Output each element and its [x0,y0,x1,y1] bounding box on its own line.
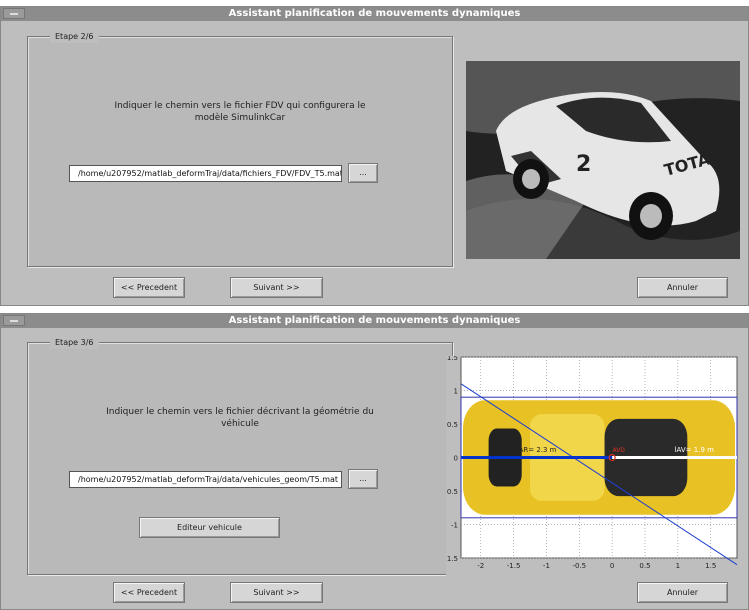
rally-car-photo: TOTAL 2 [466,61,740,259]
prompt-text: Indiquer le chemin vers le fichier décri… [28,406,452,430]
step-label: Etape 2/6 [50,30,99,43]
step-label: Etape 3/6 [50,336,99,349]
cancel-button[interactable]: Annuler [637,277,728,298]
x-tick-label: -0.5 [572,562,586,570]
y-tick-label: 1.5 [447,555,458,563]
x-tick-label: 0.5 [639,562,650,570]
vehicle-geometry-plot: -2 -1.5 -1 -0.5 0 0.5 1 1.5 1.5 1 0.5 0 0.5 -1 1.5 lAR… [446,356,740,581]
prompt-line-1: Indiquer le chemin vers le fichier FDV q… [114,101,366,111]
y-tick-label: 0.5 [447,421,458,429]
y-tick-label: 1.5 [447,356,458,362]
wizard-window-step2: Assistant planification de mouvements dy… [0,6,749,306]
y-tick-label: 0.5 [447,488,458,496]
step-panel: Etape 2/6 Indiquer le chemin vers le fic… [27,30,453,267]
rally-car-image: TOTAL 2 [466,61,740,259]
next-button[interactable]: Suivant >> [230,277,323,298]
prompt-text: Indiquer le chemin vers le fichier FDV q… [28,100,452,124]
x-tick-label: -1 [543,562,550,570]
window-menu-icon[interactable] [3,315,25,326]
x-tick-label: 1.5 [705,562,716,570]
y-tick-label: 1 [454,388,458,396]
x-tick-label: 1 [676,562,680,570]
svg-text:2: 2 [576,152,591,177]
browse-button[interactable]: ... [348,163,378,183]
x-tick-label: -2 [477,562,484,570]
window-menu-icon[interactable] [3,8,25,19]
step-panel: Etape 3/6 Indiquer le chemin vers le fic… [27,336,453,575]
prompt-line-2: modèle SimulinkCar [194,113,286,123]
vehicle-editor-button[interactable]: Editeur vehicule [139,517,280,538]
fdv-path-field[interactable]: /home/u207952/matlab_deformTraj/data/fic… [69,165,342,182]
y-tick-label: -1 [451,522,458,530]
window-titlebar: Assistant planification de mouvements dy… [1,7,748,21]
cancel-button[interactable]: Annuler [637,582,728,603]
geometry-path-field[interactable]: /home/u207952/matlab_deformTraj/data/veh… [69,471,342,488]
plot-annotation: lAV= 1.9 m [675,446,715,454]
previous-button[interactable]: << Precedent [113,277,185,298]
prompt-line-2: véhicule [221,419,259,429]
window-titlebar: Assistant planification de mouvements dy… [1,314,748,328]
plot-annotation: lAR= 2.3 m [517,446,557,454]
next-button[interactable]: Suivant >> [230,582,323,603]
prompt-line-1: Indiquer le chemin vers le fichier décri… [106,407,374,417]
x-tick-label: 0 [610,562,614,570]
x-tick-label: -1.5 [507,562,521,570]
window-title: Assistant planification de mouvements dy… [228,8,521,19]
previous-button[interactable]: << Precedent [113,582,185,603]
y-tick-label: 0 [454,455,458,463]
plot-annotation: AVD [612,447,625,454]
browse-button[interactable]: ... [348,469,378,489]
window-title: Assistant planification de mouvements dy… [228,315,521,326]
